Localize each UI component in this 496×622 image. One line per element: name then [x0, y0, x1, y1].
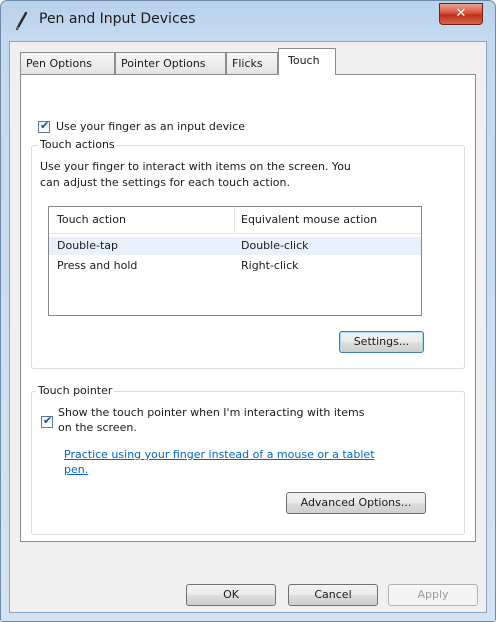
close-button[interactable]: ✕: [439, 3, 483, 25]
use-finger-label: Use your finger as an input device: [56, 120, 246, 133]
touch-actions-legend: Touch actions: [38, 138, 117, 151]
touch-pointer-legend: Touch pointer: [36, 384, 115, 397]
touch-pointer-group: Touch pointer ✔ Show the touch pointer w…: [31, 384, 465, 535]
touch-actions-description-1: Use your finger to interact with items o…: [40, 160, 351, 173]
touch-actions-group: Touch actions Use your finger to interac…: [31, 138, 465, 369]
mouse-action-cell: Right-click: [241, 259, 299, 272]
table-row[interactable]: Press and hold Right-click: [49, 257, 421, 275]
mouse-action-cell: Double-click: [241, 239, 309, 252]
cancel-button[interactable]: Cancel: [288, 584, 378, 606]
apply-button[interactable]: Apply: [388, 584, 478, 606]
dialog-window: Pen and Input Devices ✕ Pen Options Poin…: [0, 0, 496, 622]
table-row[interactable]: Double-tap Double-click: [49, 237, 421, 255]
pen-icon: [15, 11, 28, 31]
tab-flicks[interactable]: Flicks: [226, 52, 278, 74]
title-bar[interactable]: Pen and Input Devices ✕: [1, 1, 495, 41]
touch-actions-list[interactable]: Touch action Equivalent mouse action Dou…: [48, 206, 422, 316]
ok-button[interactable]: OK: [186, 584, 276, 606]
show-pointer-checkbox[interactable]: ✔: [41, 414, 53, 428]
touch-actions-description-2: can adjust the settings for each touch a…: [40, 176, 290, 189]
touch-action-cell: Press and hold: [57, 259, 138, 272]
advanced-options-button[interactable]: Advanced Options...: [286, 492, 426, 514]
tab-touch[interactable]: Touch: [278, 48, 336, 75]
column-header-touch-action[interactable]: Touch action: [57, 213, 126, 226]
touch-tab-panel: ✔ Use your finger as an input device Tou…: [20, 74, 476, 542]
touch-action-cell: Double-tap: [57, 239, 118, 252]
show-pointer-label-2: on the screen.: [58, 421, 137, 434]
checkmark-icon: ✔: [40, 119, 50, 132]
practice-link-1[interactable]: Practice using your finger instead of a …: [64, 448, 375, 461]
dialog-client: Pen Options Pointer Options Flicks Touch…: [9, 41, 487, 613]
use-finger-checkbox[interactable]: ✔: [38, 119, 50, 133]
practice-link-2[interactable]: pen.: [64, 463, 88, 476]
column-header-mouse-action[interactable]: Equivalent mouse action: [241, 213, 377, 226]
window-title: Pen and Input Devices: [39, 11, 196, 27]
list-header: Touch action Equivalent mouse action: [49, 207, 421, 234]
close-icon: ✕: [455, 6, 467, 21]
show-pointer-label-1: Show the touch pointer when I'm interact…: [58, 406, 365, 419]
tab-pointer-options[interactable]: Pointer Options: [115, 52, 226, 74]
settings-button[interactable]: Settings...: [339, 331, 424, 353]
tab-pen-options[interactable]: Pen Options: [20, 52, 115, 74]
checkmark-icon: ✔: [43, 414, 53, 427]
column-divider: [234, 207, 235, 233]
